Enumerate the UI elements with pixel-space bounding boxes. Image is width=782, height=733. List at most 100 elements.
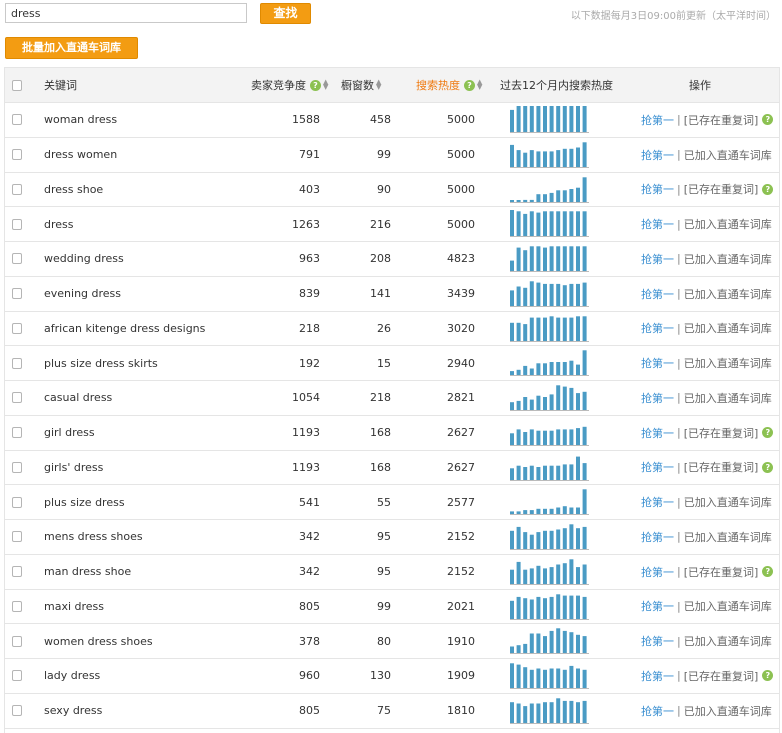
grab-first-link[interactable]: 抢第一 (641, 320, 674, 336)
heat-cell: 2152 (447, 530, 475, 544)
trend-bar (543, 669, 547, 688)
row-checkbox[interactable] (12, 451, 22, 485)
trend-bar (582, 282, 587, 306)
trend-bar (543, 151, 547, 167)
window-cell: 141 (370, 287, 391, 301)
trend-sparkline (510, 350, 589, 377)
trend-bar (562, 595, 567, 619)
row-checkbox[interactable] (12, 694, 22, 728)
ops-cell: 抢第一 | 已加入直通车词库 (641, 207, 772, 241)
separator: | (677, 356, 681, 370)
row-checkbox[interactable] (12, 346, 22, 380)
trend-bar (543, 568, 547, 584)
separator: | (677, 148, 681, 162)
trend-bar (529, 368, 534, 376)
trend-bar (569, 106, 574, 132)
trend-bar (556, 106, 561, 132)
sort-icon[interactable]: ▲ ▼ (323, 79, 329, 91)
grab-first-link[interactable]: 抢第一 (641, 633, 674, 649)
trend-bar (516, 211, 521, 237)
row-checkbox[interactable] (12, 277, 22, 311)
trend-bar (536, 212, 541, 237)
search-input[interactable] (5, 3, 247, 23)
trend-bar (529, 317, 534, 341)
help-icon[interactable]: ? (762, 566, 774, 578)
grab-first-link[interactable]: 抢第一 (641, 216, 674, 232)
trend-bar (523, 569, 528, 584)
row-checkbox[interactable] (12, 485, 22, 519)
row-checkbox[interactable] (12, 590, 22, 624)
row-checkbox[interactable] (12, 659, 22, 693)
grab-first-link[interactable]: 抢第一 (641, 112, 674, 128)
trend-bar (543, 106, 547, 132)
grab-first-link[interactable]: 抢第一 (641, 251, 674, 267)
grab-first-link[interactable]: 抢第一 (641, 181, 674, 197)
header-heat-label: 搜索热度 (416, 79, 460, 92)
trend-bar (536, 509, 541, 515)
status-label: 已加入直通车词库 (683, 148, 772, 162)
grab-first-link[interactable]: 抢第一 (641, 425, 674, 441)
row-checkbox[interactable] (12, 381, 22, 415)
row-checkbox[interactable] (12, 520, 22, 554)
header-window[interactable]: 橱窗数 ▲ ▼ (341, 68, 401, 102)
row-checkbox[interactable] (12, 242, 22, 276)
grab-first-link[interactable]: 抢第一 (641, 494, 674, 510)
grab-first-link[interactable]: 抢第一 (641, 355, 674, 371)
grab-first-link[interactable]: 抢第一 (641, 703, 674, 719)
search-button[interactable]: 查找 (260, 3, 311, 24)
help-icon[interactable]: ? (310, 79, 321, 91)
trend-bar (536, 466, 541, 480)
ops-cell: 抢第一 | 已加入直通车词库 (641, 590, 772, 624)
help-icon[interactable]: ? (762, 114, 774, 126)
sort-icon[interactable]: ▲ ▼ (477, 79, 483, 91)
sort-icon[interactable]: ▲ ▼ (376, 79, 382, 91)
grab-first-link[interactable]: 抢第一 (641, 459, 674, 475)
trend-bar (510, 569, 514, 584)
heat-cell: 1910 (447, 634, 475, 648)
trend-bar (576, 315, 580, 341)
help-icon[interactable]: ? (762, 461, 774, 473)
row-checkbox[interactable] (12, 416, 22, 450)
trend-bar (556, 149, 561, 167)
trend-bar (510, 530, 514, 549)
competition-cell: 805 (299, 704, 320, 718)
grab-first-link[interactable]: 抢第一 (641, 286, 674, 302)
heat-cell: 2940 (447, 356, 475, 370)
row-checkbox[interactable] (12, 138, 22, 172)
select-all-checkbox[interactable] (12, 68, 22, 102)
window-cell: 208 (370, 252, 391, 266)
row-checkbox[interactable] (12, 103, 22, 137)
row-checkbox[interactable] (12, 207, 22, 241)
grab-first-link[interactable]: 抢第一 (641, 529, 674, 545)
header-heat[interactable]: 搜索热度 ? ▲ ▼ (416, 68, 496, 102)
grab-first-link[interactable]: 抢第一 (641, 147, 674, 163)
trend-bar (510, 109, 514, 132)
trend-bar (562, 463, 567, 480)
trend-bar (556, 362, 561, 376)
grab-first-link[interactable]: 抢第一 (641, 668, 674, 684)
trend-bar (569, 524, 574, 549)
trend-sparkline (510, 559, 589, 585)
ops-cell: 抢第一 | 已加入直通车词库 (641, 346, 772, 380)
header-competition[interactable]: 卖家竞争度 ? ▲ ▼ (233, 68, 329, 102)
competition-cell: 805 (299, 599, 320, 613)
row-checkbox[interactable] (12, 312, 22, 346)
row-checkbox[interactable] (12, 624, 22, 658)
window-cell: 95 (377, 565, 391, 579)
help-icon[interactable]: ? (464, 79, 475, 91)
help-icon[interactable]: ? (762, 183, 774, 195)
grab-first-link[interactable]: 抢第一 (641, 564, 674, 580)
row-checkbox[interactable] (12, 555, 22, 589)
help-icon[interactable]: ? (762, 670, 774, 682)
grab-first-link[interactable]: 抢第一 (641, 390, 674, 406)
help-icon[interactable]: ? (762, 427, 774, 439)
heat-cell: 3439 (447, 287, 475, 301)
batch-add-button[interactable]: 批量加入直通车词库 (5, 37, 138, 59)
trend-bar (576, 187, 580, 202)
trend-sparkline (510, 281, 589, 307)
trend-bar (562, 211, 567, 237)
trend-bar (569, 665, 574, 688)
trend-bar (549, 596, 554, 619)
row-checkbox[interactable] (12, 173, 22, 207)
grab-first-link[interactable]: 抢第一 (641, 598, 674, 614)
